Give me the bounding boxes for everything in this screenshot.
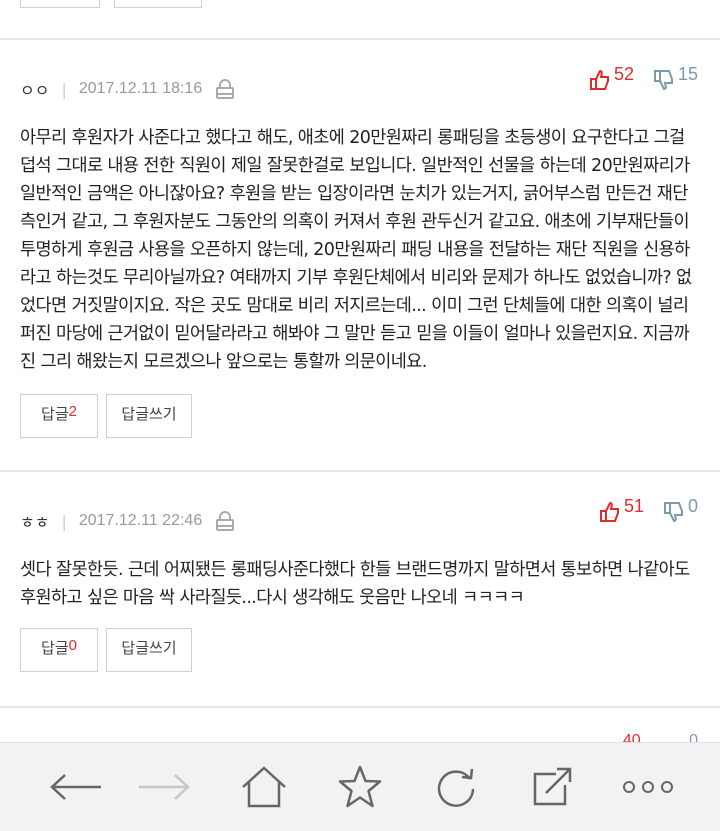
more-button[interactable]	[618, 763, 678, 811]
divider	[0, 470, 720, 472]
comment-date: 2017.12.11 22:46	[78, 512, 203, 529]
vote-group: 51 0	[580, 496, 698, 524]
reply-label: 답글	[41, 405, 69, 423]
thumbs-up-icon	[599, 501, 619, 522]
divider	[0, 706, 720, 708]
comment-meta: ㅎㅎ | 2017.12.11 22:46	[20, 506, 236, 536]
back-button[interactable]	[46, 763, 106, 811]
reply-count: 2	[68, 403, 77, 420]
refresh-button[interactable]	[426, 763, 486, 811]
thumbs-up-icon	[589, 69, 609, 90]
browser-toolbar	[0, 742, 720, 831]
upvote-button[interactable]: 52	[588, 64, 634, 92]
comment-body: 셋다 잘못한듯. 근데 어찌됐든 롱패딩사준다했다 한들 브랜드명까지 말하면서…	[20, 560, 690, 608]
separator: |	[61, 79, 67, 99]
upvote-button[interactable]: 51	[598, 496, 644, 524]
divider	[0, 38, 720, 40]
write-reply-button[interactable]: 답글쓰기	[106, 628, 192, 672]
downvote-button[interactable]: 15	[652, 64, 698, 92]
home-icon	[242, 766, 286, 808]
upvote-count: 52	[613, 64, 634, 84]
home-button[interactable]	[234, 763, 294, 811]
previous-write-reply-button[interactable]	[114, 0, 202, 8]
lock-icon[interactable]	[214, 78, 236, 100]
downvote-button[interactable]: 0	[662, 496, 698, 524]
previous-reply-button[interactable]	[20, 0, 100, 8]
forward-arrow-icon	[139, 774, 190, 800]
share-button[interactable]	[522, 763, 582, 811]
write-reply-button[interactable]: 답글쓰기	[106, 394, 192, 438]
reply-count: 0	[68, 637, 77, 654]
comment-body: 아무리 후원자가 사준다고 했다고 해도, 애초에 20만원짜리 롱패딩을 초등…	[20, 128, 692, 372]
reply-label: 답글	[41, 639, 69, 657]
star-icon	[338, 765, 382, 808]
refresh-icon	[437, 768, 475, 807]
bookmark-button[interactable]	[330, 763, 390, 811]
reply-count-button[interactable]: 답글 0	[20, 628, 98, 672]
downvote-count: 15	[677, 64, 698, 84]
share-icon	[533, 767, 572, 806]
comment-actions: 답글 2 답글쓰기	[20, 394, 200, 438]
thumbs-down-icon	[653, 70, 673, 91]
comment-actions: 답글 0 답글쓰기	[20, 628, 200, 672]
comment-author: ㅎㅎ	[20, 513, 50, 532]
reply-count-button[interactable]: 답글 2	[20, 394, 98, 438]
upvote-count: 51	[623, 496, 644, 516]
lock-icon[interactable]	[214, 510, 236, 532]
comment-meta: ㅇㅇ | 2017.12.11 18:16	[20, 74, 236, 104]
downvote-count: 0	[687, 496, 698, 516]
back-arrow-icon	[50, 774, 101, 800]
forward-button[interactable]	[134, 763, 194, 811]
comment-author: ㅇㅇ	[20, 81, 50, 100]
thumbs-down-icon	[663, 502, 683, 523]
vote-group: 52 15	[570, 64, 698, 92]
separator: |	[61, 511, 67, 531]
more-icon	[623, 781, 673, 793]
comment-date: 2017.12.11 18:16	[78, 80, 203, 97]
